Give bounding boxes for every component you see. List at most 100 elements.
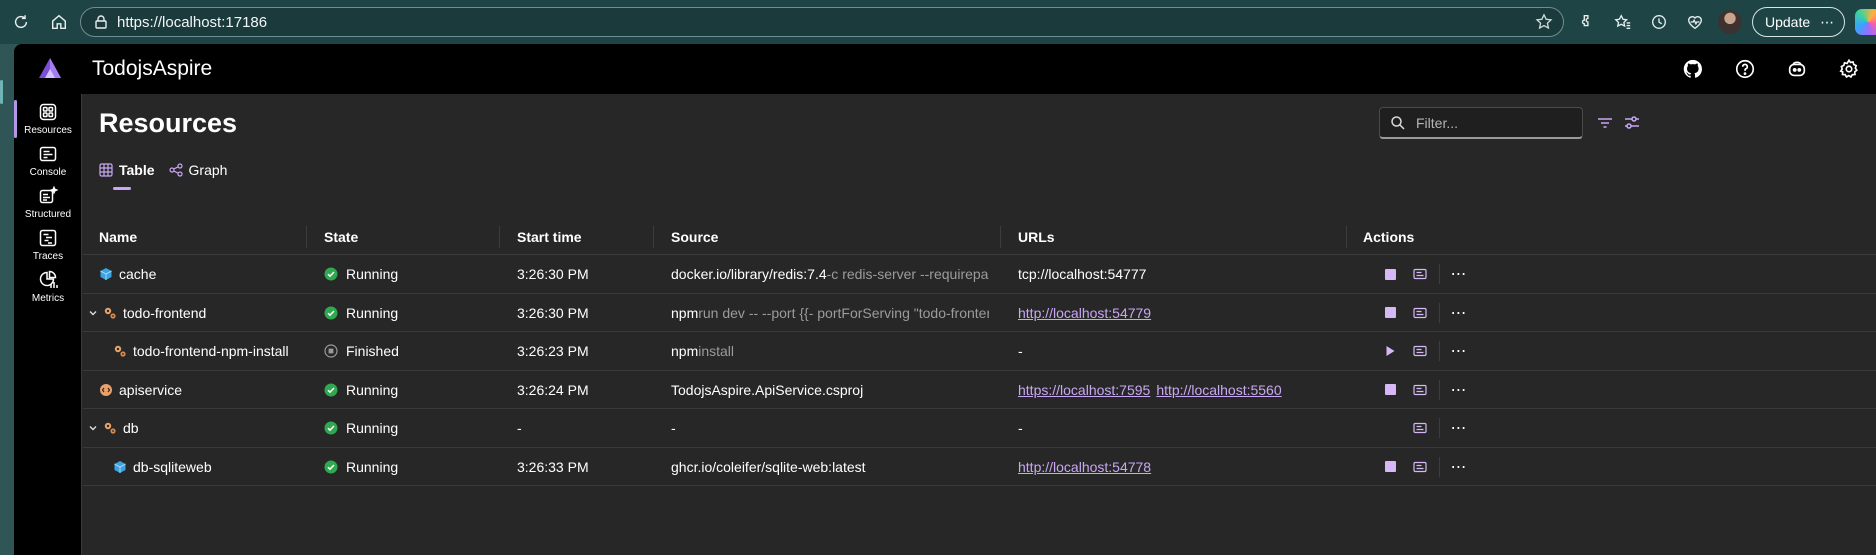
history-icon[interactable] [1642, 5, 1676, 39]
address-bar[interactable]: https://localhost:17186 [80, 7, 1564, 37]
row-actions: ⋯ [1375, 371, 1474, 409]
tab-graph-label: Graph [188, 162, 228, 178]
column-header-urls[interactable]: URLs [1018, 218, 1055, 255]
start-resource-button[interactable] [1375, 336, 1405, 366]
column-header-source[interactable]: Source [671, 218, 718, 255]
table-row[interactable]: cache Running 3:26:30 PM docker.io/library/… [83, 255, 1876, 294]
resource-name-cell[interactable]: todo-frontend [87, 294, 206, 332]
column-divider[interactable] [499, 226, 500, 248]
resource-name-cell[interactable]: todo-frontend-npm-install [113, 332, 289, 370]
column-header-name[interactable]: Name [99, 218, 137, 255]
stop-resource-button[interactable] [1375, 452, 1405, 482]
filter-lines-icon[interactable] [1594, 112, 1616, 134]
resource-name-cell[interactable]: db-sqliteweb [113, 448, 212, 486]
graph-nodes-icon [168, 163, 183, 177]
table-row[interactable]: todo-frontend Running 3:26:30 PM npm run de… [83, 294, 1876, 332]
resource-name[interactable]: db [123, 420, 139, 436]
settings-sliders-icon[interactable] [1621, 112, 1643, 134]
more-actions-button[interactable]: ⋯ [1444, 259, 1474, 289]
console-logs-button[interactable] [1405, 413, 1435, 443]
app-title[interactable]: TodojsAspire [92, 57, 212, 81]
table-row[interactable]: todo-frontend-npm-install Finished 3:26:23… [83, 332, 1876, 371]
aspire-logo-icon[interactable] [36, 55, 64, 83]
table-row[interactable]: db-sqliteweb Running 3:26:33 PM ghcr.io/col… [83, 448, 1876, 486]
endpoint-link[interactable]: http://localhost:54778 [1018, 459, 1151, 475]
column-header-state[interactable]: State [324, 218, 358, 255]
console-logs-button[interactable] [1405, 298, 1435, 328]
endpoint-link[interactable]: http://localhost:5560 [1156, 382, 1281, 398]
refresh-icon[interactable] [4, 5, 38, 39]
urls-cell: http://localhost:54778 [1018, 448, 1157, 486]
play-icon [1386, 346, 1395, 356]
help-icon[interactable] [1728, 52, 1762, 86]
resource-name-cell[interactable]: apiservice [99, 371, 182, 409]
nav-resources[interactable]: Resources [14, 96, 82, 142]
more-actions-button[interactable]: ⋯ [1444, 452, 1474, 482]
stop-resource-button[interactable] [1375, 298, 1405, 328]
nav-traces[interactable]: Traces [14, 222, 82, 268]
resource-name-cell[interactable]: db [87, 409, 139, 447]
health-icon[interactable] [1678, 5, 1712, 39]
column-divider[interactable] [306, 226, 307, 248]
nav-metrics[interactable]: Metrics [14, 264, 82, 310]
resource-name[interactable]: db-sqliteweb [133, 459, 212, 475]
row-actions: ⋯ [1375, 255, 1474, 293]
tab-graph[interactable]: Graph [168, 158, 228, 182]
filter-input[interactable] [1416, 114, 1576, 131]
column-divider[interactable] [1346, 226, 1347, 248]
source-args: install [698, 343, 735, 359]
project-icon [100, 383, 112, 396]
favorite-star-icon[interactable] [1535, 13, 1553, 31]
more-actions-button[interactable]: ⋯ [1444, 413, 1474, 443]
endpoint-link[interactable]: http://localhost:54779 [1018, 305, 1151, 321]
address-url: https://localhost:17186 [117, 13, 268, 31]
github-icon[interactable] [1676, 52, 1710, 86]
column-divider[interactable] [1000, 226, 1001, 248]
container-icon [114, 460, 126, 473]
stop-resource-button[interactable] [1375, 375, 1405, 405]
copilot-assistant-icon[interactable] [1780, 52, 1814, 86]
source-main: npm [671, 304, 699, 321]
copilot-icon[interactable] [1855, 9, 1876, 35]
profile-avatar[interactable] [1718, 10, 1742, 34]
more-actions-button[interactable]: ⋯ [1444, 375, 1474, 405]
resource-name[interactable]: apiservice [119, 382, 182, 398]
more-actions-button[interactable]: ⋯ [1444, 298, 1474, 328]
resource-name-cell[interactable]: cache [99, 255, 156, 293]
console-logs-button[interactable] [1405, 259, 1435, 289]
filter-search-box[interactable] [1379, 107, 1583, 139]
nav-structured[interactable]: Structured [14, 180, 82, 226]
home-icon[interactable] [42, 5, 76, 39]
console-logs-button[interactable] [1405, 375, 1435, 405]
action-divider [1439, 341, 1440, 361]
nav-metrics-label: Metrics [31, 293, 65, 304]
favorites-icon[interactable] [1606, 5, 1640, 39]
extensions-icon[interactable] [1570, 5, 1604, 39]
stop-resource-button[interactable] [1375, 259, 1405, 289]
table-row[interactable]: apiservice Running 3:26:24 PM TodojsAspire.… [83, 371, 1876, 409]
console-logs-icon [1413, 345, 1427, 357]
traces-icon [39, 229, 57, 247]
settings-gear-icon[interactable] [1832, 52, 1866, 86]
row-actions: ⋯ [1375, 332, 1474, 370]
column-header-start-time[interactable]: Start time [517, 218, 582, 255]
chevron-down-icon[interactable] [87, 422, 99, 434]
column-divider[interactable] [653, 226, 654, 248]
resource-name[interactable]: todo-frontend [123, 305, 206, 321]
table-row[interactable]: db Running - - - ⋯ [83, 409, 1876, 448]
tab-table[interactable]: Table [99, 158, 155, 190]
resource-name[interactable]: todo-frontend-npm-install [133, 343, 289, 359]
resource-name[interactable]: cache [119, 266, 156, 282]
action-divider [1439, 456, 1440, 477]
chevron-down-icon[interactable] [87, 307, 99, 319]
stop-icon [1384, 384, 1396, 395]
console-logs-button[interactable] [1405, 452, 1435, 482]
nav-console[interactable]: Console [14, 138, 82, 184]
endpoint-link[interactable]: https://localhost:7595 [1018, 382, 1150, 398]
update-button[interactable]: Update ⋯ [1752, 7, 1846, 37]
more-actions-button[interactable]: ⋯ [1444, 336, 1474, 366]
source-args: -c redis-server --requirepass $REDI... [826, 266, 989, 282]
console-logs-button[interactable] [1405, 336, 1435, 366]
nav-structured-label: Structured [24, 209, 72, 220]
side-navigation: Resources Console Structured Traces Metr… [14, 94, 82, 555]
